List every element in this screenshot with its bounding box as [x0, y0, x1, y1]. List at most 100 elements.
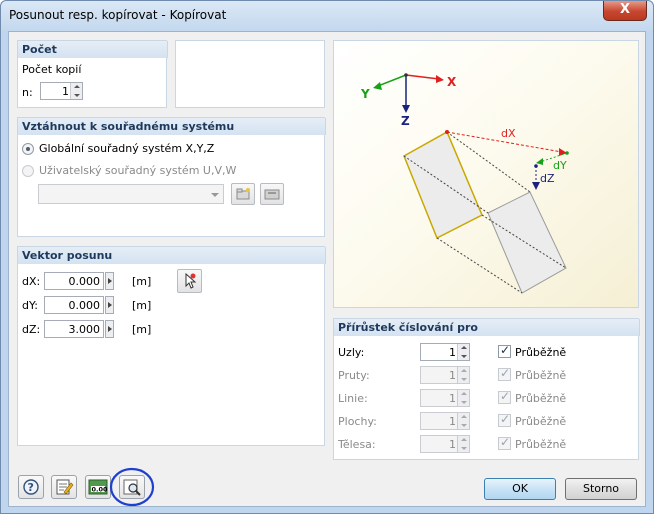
end-point-dy: [565, 151, 569, 155]
original-surface: [403, 130, 483, 240]
members-continuous-checkbox[interactable]: [498, 366, 511, 381]
lines-continuous-label: Průběžně: [515, 392, 567, 405]
lines-continuous-checkbox[interactable]: [498, 389, 511, 404]
dx-label: dX:: [22, 275, 41, 288]
vector-group: Vektor posunu dX: 0.000 [m] dY: 0.000 [m…: [17, 246, 326, 446]
axis-y-arrow: [373, 82, 382, 90]
surfaces-continuous-checkbox[interactable]: [498, 412, 511, 427]
units-icon: 0.00: [88, 479, 109, 495]
units-icon-text: 0.00: [92, 486, 109, 494]
dy-pick-button[interactable]: [105, 296, 114, 314]
dy-label: dY:: [22, 299, 38, 312]
dz-unit: [m]: [132, 323, 152, 336]
surfaces-value: 1: [449, 415, 456, 428]
surfaces-label: Plochy:: [338, 415, 377, 428]
surfaces-continuous-label: Průběžně: [515, 415, 567, 428]
numbering-group: Přírůstek číslování pro Uzly: 1 Průběžně…: [333, 318, 640, 460]
dialog-window: Posunout resp. kopírovat - Kopírovat X P…: [0, 0, 654, 514]
close-icon: X: [619, 2, 631, 17]
solids-continuous-label: Průběžně: [515, 438, 567, 451]
axis-x-line: [405, 74, 440, 80]
preview-panel: X Y Z dX dY dZ: [333, 40, 639, 308]
edit-system-button[interactable]: [260, 183, 284, 205]
empty-panel: [175, 40, 325, 108]
dy-vector-arrow: [536, 158, 543, 165]
pick-vector-button[interactable]: [177, 269, 202, 293]
nodes-stepper[interactable]: 1: [420, 343, 470, 361]
edit-system-icon: [264, 189, 280, 200]
dialog-body: Počet Počet kopií n: 1 Vztáhnout k souřa…: [8, 31, 646, 507]
new-folder-icon: [236, 188, 250, 200]
dz-input[interactable]: 3.000: [44, 320, 104, 338]
members-label: Pruty:: [338, 369, 370, 382]
nodes-label: Uzly:: [338, 346, 365, 359]
lines-stepper[interactable]: 1: [420, 389, 470, 407]
copies-value: 1: [62, 85, 69, 98]
axis-z-label: Z: [401, 114, 410, 128]
axis-z-arrow: [402, 105, 410, 113]
members-continuous-label: Průběžně: [515, 369, 567, 382]
surfaces-stepper-arrows[interactable]: [457, 413, 469, 429]
count-group-header: Počet: [18, 41, 168, 58]
ok-button[interactable]: OK: [484, 478, 556, 500]
n-label: n:: [22, 86, 33, 99]
members-value: 1: [449, 369, 456, 382]
copies-stepper[interactable]: 1: [40, 82, 83, 100]
nodes-continuous-checkbox[interactable]: [498, 343, 511, 358]
solids-label: Tělesa:: [338, 438, 376, 451]
global-system-radio[interactable]: [22, 143, 34, 155]
nodes-value: 1: [449, 346, 456, 359]
axis-x-label: X: [447, 75, 457, 89]
edit-icon: [56, 479, 74, 495]
axis-y-line: [377, 74, 407, 87]
dz-label: dZ:: [22, 323, 41, 336]
lines-stepper-arrows[interactable]: [457, 390, 469, 406]
dz-vector-arrow: [532, 182, 540, 190]
lines-label: Linie:: [338, 392, 368, 405]
axis-origin: [404, 73, 408, 77]
dz-value: 3.000: [68, 323, 101, 336]
members-stepper-arrows[interactable]: [457, 367, 469, 383]
dz-pick-button[interactable]: [105, 320, 114, 338]
copies-label: Počet kopií: [22, 63, 82, 76]
edit-button[interactable]: [51, 475, 77, 499]
copied-surface: [487, 191, 567, 294]
svg-text:?: ?: [28, 481, 34, 494]
coord-group-header: Vztáhnout k souřadnému systému: [18, 118, 326, 135]
dy-unit: [m]: [132, 299, 152, 312]
solids-continuous-checkbox[interactable]: [498, 435, 511, 450]
surfaces-stepper[interactable]: 1: [420, 412, 470, 430]
dx-value: 0.000: [68, 275, 101, 288]
axis-x-arrow: [436, 75, 444, 83]
help-button[interactable]: ?: [18, 475, 44, 499]
highlight-circle: [109, 467, 155, 507]
user-system-select[interactable]: [38, 184, 224, 204]
dz-text: dZ: [540, 172, 555, 185]
nodes-stepper-arrows[interactable]: [457, 344, 469, 360]
user-system-label: Uživatelský souřadný systém U,V,W: [39, 164, 237, 177]
solids-value: 1: [449, 438, 456, 451]
close-button[interactable]: X: [603, 1, 647, 21]
cancel-button[interactable]: Storno: [565, 478, 637, 500]
count-group: Počet Počet kopií n: 1: [17, 40, 168, 108]
dx-input[interactable]: 0.000: [44, 272, 104, 290]
solids-stepper[interactable]: 1: [420, 435, 470, 453]
window-title: Posunout resp. kopírovat - Kopírovat: [9, 8, 227, 22]
move-vector-diagram: X Y Z dX dY dZ: [360, 73, 569, 294]
lines-value: 1: [449, 392, 456, 405]
numbering-group-header: Přírůstek číslování pro: [334, 319, 640, 336]
copies-stepper-arrows[interactable]: [70, 83, 82, 99]
dy-value: 0.000: [68, 299, 101, 312]
dy-text: dY: [553, 159, 567, 172]
start-point: [445, 130, 449, 134]
dx-pick-button[interactable]: [105, 272, 114, 290]
global-system-label: Globální souřadný systém X,Y,Z: [39, 142, 215, 155]
new-system-button[interactable]: [231, 183, 255, 205]
members-stepper[interactable]: 1: [420, 366, 470, 384]
title-bar: Posunout resp. kopírovat - Kopírovat X: [1, 1, 653, 31]
help-icon: ?: [23, 479, 39, 495]
user-system-radio[interactable]: [22, 165, 34, 177]
dx-unit: [m]: [132, 275, 152, 288]
solids-stepper-arrows[interactable]: [457, 436, 469, 452]
dy-input[interactable]: 0.000: [44, 296, 104, 314]
